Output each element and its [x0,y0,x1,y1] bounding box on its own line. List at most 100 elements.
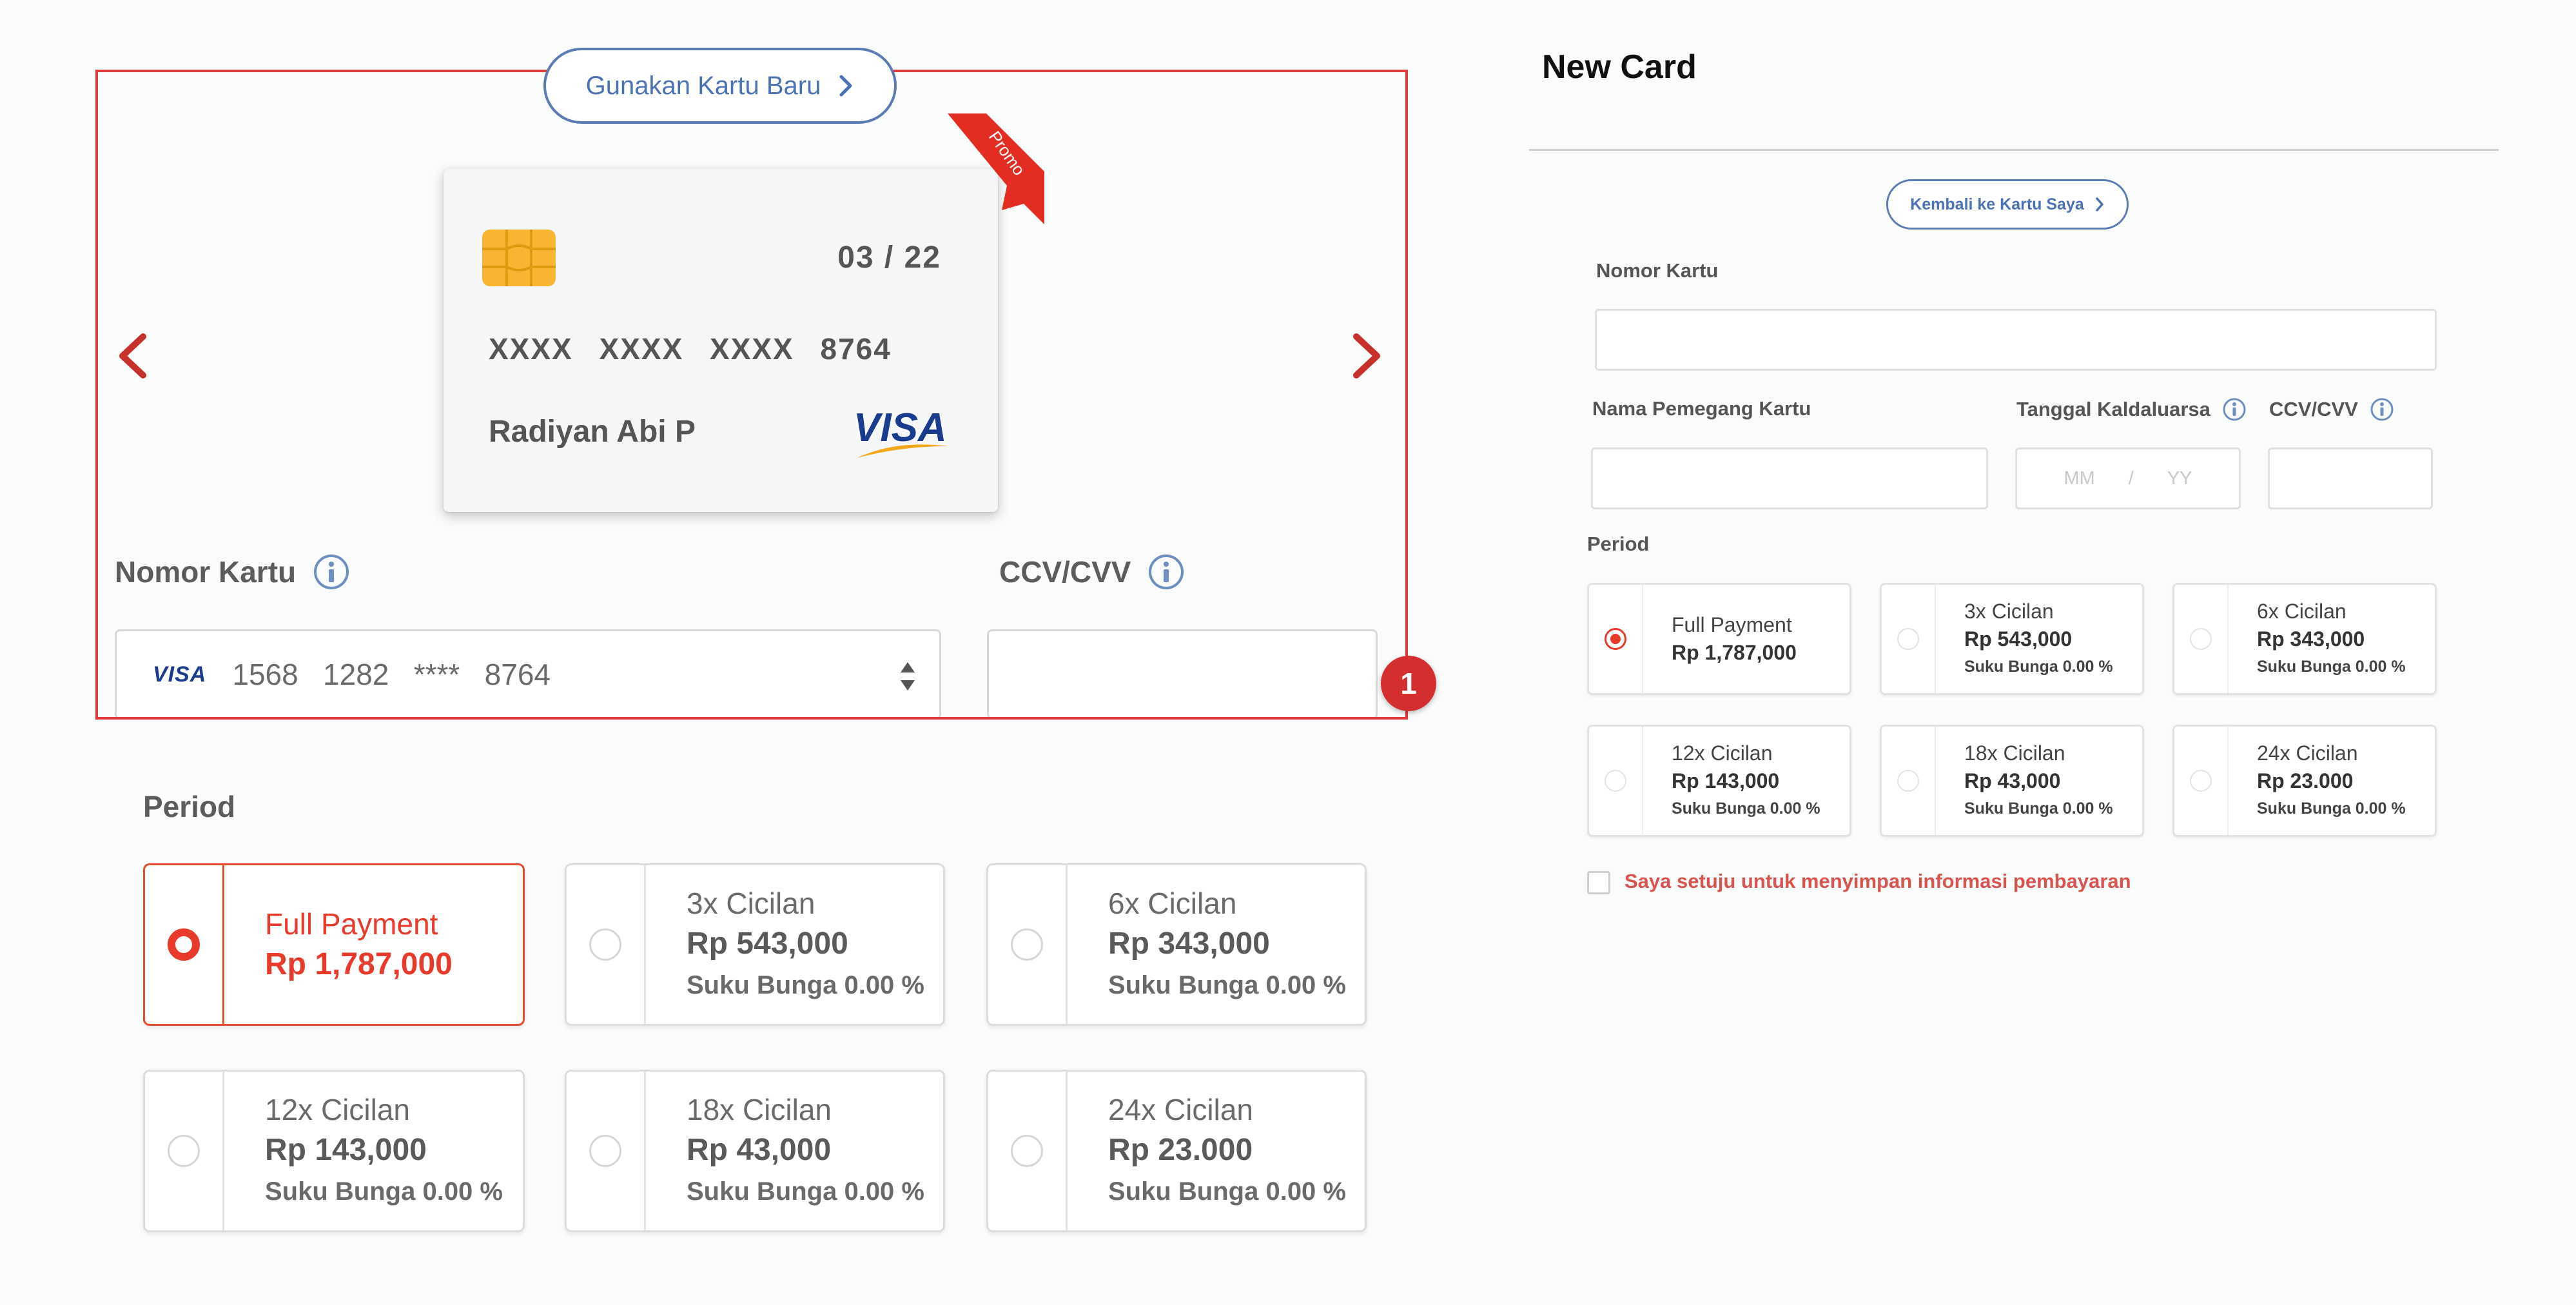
radio-button[interactable] [1605,770,1626,792]
option-title: 12x Cicilan [1672,741,1773,765]
save-consent-label: Saya setuju untuk menyimpan informasi pe… [1625,870,2131,892]
option-title: Full Payment [265,907,438,941]
radio-cell [1882,727,1936,835]
option-interest: Suku Bunga 0.00 % [2257,799,2406,818]
radio-button[interactable] [168,1135,200,1167]
option-interest: Suku Bunga 0.00 % [2257,657,2406,676]
annotation-badge: 1 [1381,656,1436,711]
ccv-label-text: CCV/CVV [2269,398,2358,420]
option-interest: Suku Bunga 0.00 % [687,971,924,1000]
option-interest: Suku Bunga 0.00 % [1672,799,1820,818]
period-label: Period [143,790,236,823]
option-title: 3x Cicilan [687,886,815,920]
option-amount: Rp 43,000 [687,1132,832,1167]
radio-cell [2174,727,2229,835]
period-label: Period [1587,533,1649,556]
option-amount: Rp 543,000 [1964,627,2073,651]
page-title: New Card [1542,48,1697,86]
radio-cell [567,1072,646,1230]
option-interest: Suku Bunga 0.00 % [265,1177,503,1206]
back-to-my-cards-button[interactable]: Kembali ke Kartu Saya [1886,179,2129,230]
radio-button[interactable] [589,1135,621,1167]
radio-button[interactable] [589,928,621,961]
option-title: 18x Cicilan [1964,741,2065,765]
card-number-label-text: Nomor Kartu [1596,259,1719,282]
use-new-card-button[interactable]: Gunakan Kartu Baru [543,48,897,124]
option-amount: Rp 143,000 [265,1132,427,1167]
period-option-12x[interactable]: 12x Cicilan Rp 143,000 Suku Bunga 0.00 % [1587,725,1851,837]
info-icon[interactable] [2222,397,2247,422]
radio-cell [988,1072,1068,1230]
card-number-input[interactable] [1595,309,2437,371]
option-interest: Suku Bunga 0.00 % [1964,799,2113,818]
radio-button[interactable] [1011,1135,1043,1167]
period-option-6x[interactable]: 6x Cicilan Rp 343,000 Suku Bunga 0.00 % [986,863,1367,1026]
info-icon[interactable] [2370,397,2394,422]
back-to-my-cards-label: Kembali ke Kartu Saya [1910,195,2084,213]
option-amount: Rp 23.000 [1108,1132,1253,1167]
option-amount: Rp 43,000 [1964,769,2061,792]
option-title: 3x Cicilan [1964,599,2054,623]
option-title: 6x Cicilan [1108,886,1237,920]
option-title: Full Payment [1672,613,1792,636]
expiry-mm-placeholder: MM [2064,467,2095,489]
radio-button[interactable] [1011,928,1043,961]
option-title: 12x Cicilan [265,1092,410,1126]
expiry-label-text: Tanggal Kaldaluarsa [2016,398,2210,420]
period-option-full-payment[interactable]: Full Payment Rp 1,787,000 [1587,583,1851,695]
option-amount: Rp 1,787,000 [265,947,453,981]
radio-button[interactable] [2190,628,2212,650]
radio-button[interactable] [1897,770,1919,792]
radio-cell [145,1072,224,1230]
period-option-full-payment[interactable]: Full Payment Rp 1,787,000 [143,863,525,1026]
card-number-label: Nomor Kartu [1596,259,1718,282]
option-interest: Suku Bunga 0.00 % [1108,971,1346,1000]
radio-button[interactable] [168,928,200,961]
ccv-input[interactable] [2268,447,2433,509]
radio-cell [988,865,1068,1024]
expiry-separator: / [2128,467,2134,489]
expiry-label: Tanggal Kaldaluarsa [2016,397,2247,422]
option-amount: Rp 143,000 [1672,769,1780,792]
divider [1529,149,2499,151]
expiry-yy-placeholder: YY [2167,467,2192,489]
period-option-12x[interactable]: 12x Cicilan Rp 143,000 Suku Bunga 0.00 % [143,1070,525,1232]
option-title: 6x Cicilan [2257,599,2347,623]
holder-name-label-text: Nama Pemegang Kartu [1592,397,1811,420]
option-amount: Rp 343,000 [1108,926,1270,961]
radio-cell [1882,585,1936,693]
option-title: 18x Cicilan [687,1092,832,1126]
expiry-input[interactable]: MM / YY [2015,447,2241,509]
holder-name-input[interactable] [1591,447,1988,509]
use-new-card-label: Gunakan Kartu Baru [585,71,821,100]
option-title: 24x Cicilan [1108,1092,1253,1126]
radio-cell [1589,727,1643,835]
period-option-18x[interactable]: 18x Cicilan Rp 43,000 Suku Bunga 0.00 % [1880,725,2144,837]
radio-button[interactable] [1897,628,1919,650]
period-option-24x[interactable]: 24x Cicilan Rp 23.000 Suku Bunga 0.00 % [2172,725,2437,837]
radio-cell [145,865,224,1024]
option-amount: Rp 343,000 [2257,627,2365,651]
period-option-3x[interactable]: 3x Cicilan Rp 543,000 Suku Bunga 0.00 % [565,863,945,1026]
highlight-box [95,70,1408,720]
period-option-3x[interactable]: 3x Cicilan Rp 543,000 Suku Bunga 0.00 % [1880,583,2144,695]
radio-cell [567,865,646,1024]
option-title: 24x Cicilan [2257,741,2358,765]
chevron-right-icon [839,75,852,97]
holder-name-label: Nama Pemegang Kartu [1592,397,1811,420]
option-interest: Suku Bunga 0.00 % [1964,657,2113,676]
save-consent-checkbox[interactable] [1587,871,1610,894]
period-label-text: Period [1587,533,1650,555]
radio-cell [1589,585,1643,693]
option-amount: Rp 23.000 [2257,769,2354,792]
option-interest: Suku Bunga 0.00 % [687,1177,924,1206]
radio-button[interactable] [2190,770,2212,792]
ccv-label: CCV/CVV [2269,397,2394,422]
period-option-24x[interactable]: 24x Cicilan Rp 23.000 Suku Bunga 0.00 % [986,1070,1367,1232]
option-interest: Suku Bunga 0.00 % [1108,1177,1346,1206]
period-option-6x[interactable]: 6x Cicilan Rp 343,000 Suku Bunga 0.00 % [2172,583,2437,695]
period-option-18x[interactable]: 18x Cicilan Rp 43,000 Suku Bunga 0.00 % [565,1070,945,1232]
radio-button[interactable] [1605,628,1626,650]
chevron-right-icon [2096,197,2103,211]
option-amount: Rp 1,787,000 [1672,641,1797,664]
